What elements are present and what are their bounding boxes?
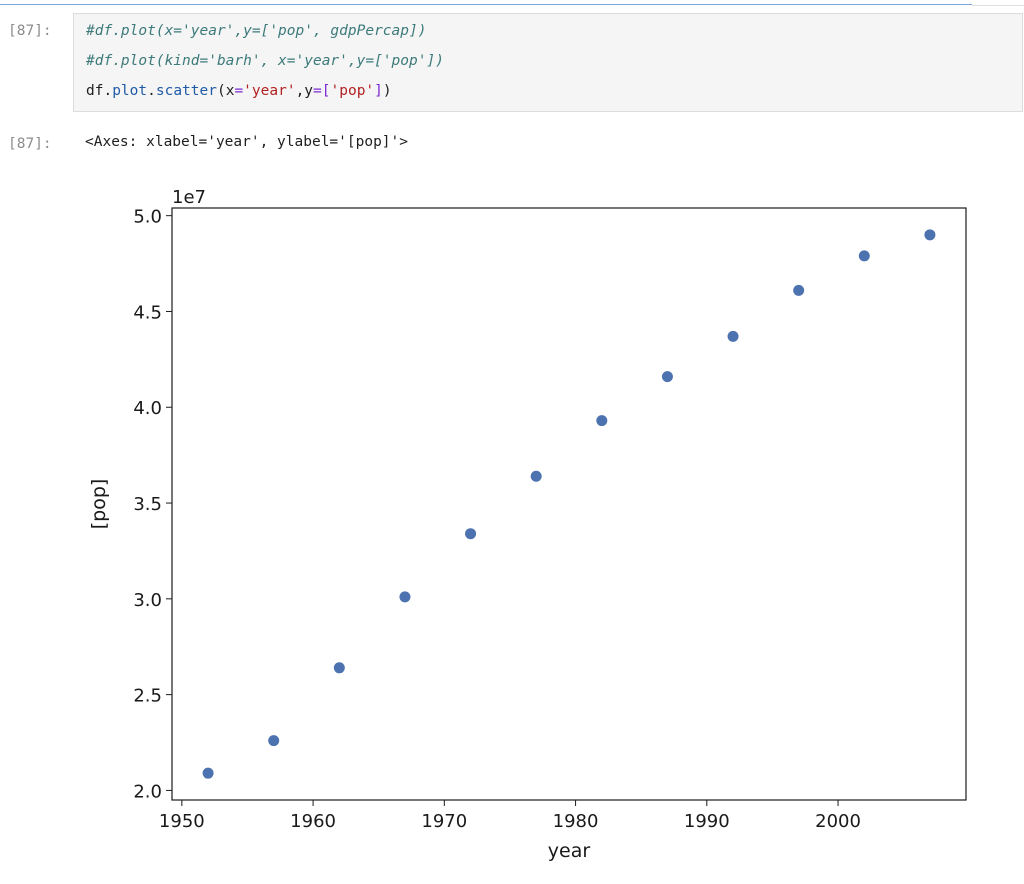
scatter-point xyxy=(596,415,608,427)
scatter-point xyxy=(858,250,870,262)
scatter-point xyxy=(465,528,477,540)
code-token-arg: y xyxy=(304,83,314,99)
x-tick-label: 1990 xyxy=(684,811,730,832)
x-axis-label: year xyxy=(548,840,591,862)
y-offset-label: 1e7 xyxy=(172,187,206,208)
plot-frame xyxy=(171,207,967,801)
code-token-method: plot xyxy=(112,83,148,99)
code-input-editor[interactable]: #df.plot(x='year',y=['pop', gdpPercap]) … xyxy=(73,13,1023,112)
code-token-comma: , xyxy=(295,83,305,99)
code-token-bracket: ] xyxy=(374,83,383,99)
scatter-point xyxy=(924,229,936,241)
code-token-paren: ( xyxy=(216,83,226,99)
code-token-string: 'year' xyxy=(243,83,296,99)
scatter-point xyxy=(268,735,280,747)
scatter-point xyxy=(333,662,345,674)
x-tick-label: 1970 xyxy=(421,811,467,832)
code-token-operator: = xyxy=(234,83,244,99)
y-tick-label: 4.5 xyxy=(133,302,162,323)
input-prompt: [87]: xyxy=(8,23,52,39)
y-tick-label: 3.0 xyxy=(133,590,162,611)
code-token-string: 'pop' xyxy=(330,83,375,99)
previous-cell-border xyxy=(0,0,972,5)
previous-cell-border-right xyxy=(972,0,1024,6)
x-tick-label: 1950 xyxy=(159,811,205,832)
code-token-bracket: [ xyxy=(321,83,331,99)
code-line-2: #df.plot(kind='barh', x='year',y=['pop']… xyxy=(86,53,444,69)
code-token-dot: . xyxy=(103,83,113,99)
scatter-point xyxy=(793,284,805,296)
output-prompt: [87]: xyxy=(8,136,52,152)
code-token-method: scatter xyxy=(155,83,217,99)
y-tick-label: 3.5 xyxy=(133,494,162,515)
code-token-dot: . xyxy=(147,83,156,99)
y-tick-label: 4.0 xyxy=(133,398,162,419)
code-line-1: #df.plot(x='year',y=['pop', gdpPercap]) xyxy=(86,23,427,39)
output-repr-text: <Axes: xlabel='year', ylabel='[pop]'> xyxy=(85,134,409,150)
y-tick-label: 2.5 xyxy=(133,686,162,707)
scatter-point xyxy=(530,470,542,482)
scatter-point xyxy=(661,371,673,383)
plot-layer: 1950 1960 1970 1980 1990 2000 2.0 2.5 3.0 3.5 4.0 4… xyxy=(88,187,967,862)
code-token-obj: df xyxy=(86,83,104,99)
y-axis-label: [pop] xyxy=(88,479,110,530)
scatter-point xyxy=(399,591,411,603)
x-tick-label: 2000 xyxy=(815,811,861,832)
scatter-chart: 1950 1960 1970 1980 1990 2000 2.0 2.5 3.0 3.5 4.0 4… xyxy=(88,187,967,862)
code-token-paren: ) xyxy=(382,83,392,99)
x-tick-label: 1980 xyxy=(553,811,599,832)
code-token-operator: = xyxy=(313,83,322,99)
y-tick-label: 2.0 xyxy=(133,781,162,802)
x-tick-label: 1960 xyxy=(290,811,336,832)
scatter-point xyxy=(202,767,214,779)
scatter-point xyxy=(727,330,739,342)
code-line-3: df.plot.scatter(x='year',y=['pop']) xyxy=(86,83,392,99)
y-tick-label: 5.0 xyxy=(133,207,162,228)
